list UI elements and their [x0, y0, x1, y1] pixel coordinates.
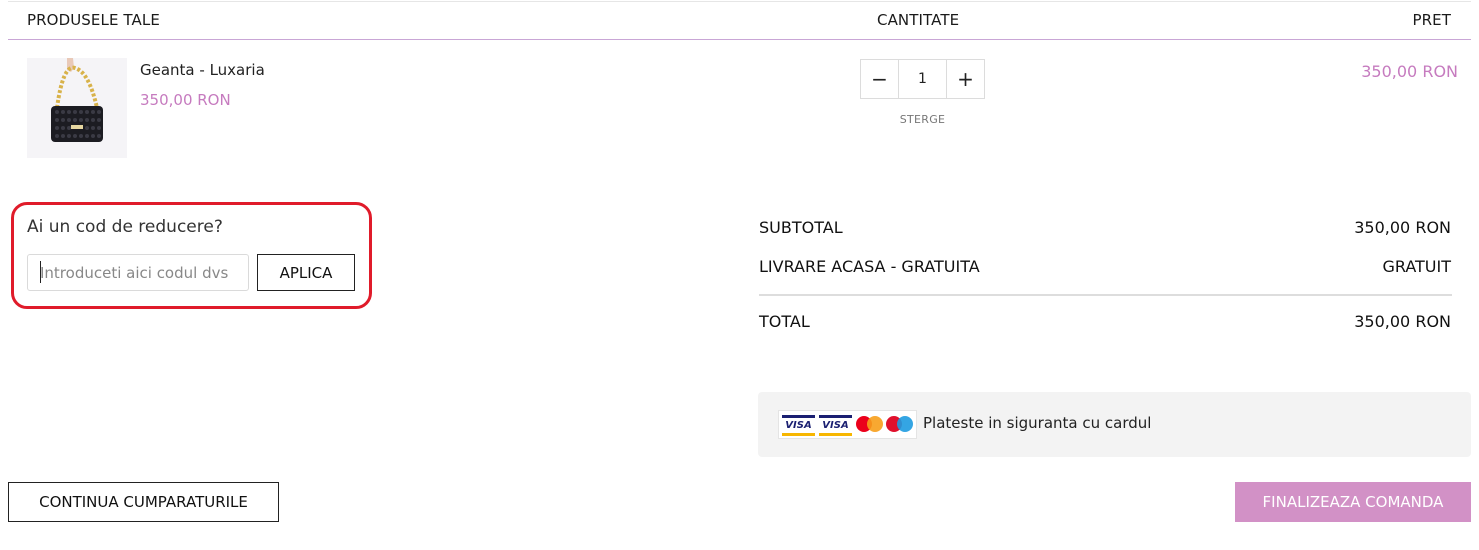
subtotal-label: SUBTOTAL — [759, 218, 843, 237]
maestro-icon — [885, 414, 914, 436]
increment-button[interactable]: + — [947, 60, 984, 98]
remove-item-link[interactable]: STERGE — [860, 113, 985, 126]
decrement-button[interactable]: − — [861, 60, 898, 98]
product-unit-price: 350,00 RON — [140, 91, 231, 109]
header-quantity: CANTITATE — [877, 11, 960, 29]
plus-icon: + — [957, 67, 974, 91]
checkout-button[interactable]: FINALIZEAZA COMANDA — [1235, 482, 1471, 522]
total-label: TOTAL — [759, 312, 810, 331]
text-cursor — [40, 261, 41, 283]
product-thumbnail[interactable] — [27, 58, 127, 158]
header-products: PRODUSELE TALE — [27, 11, 160, 29]
line-total: 350,00 RON — [1361, 62, 1458, 81]
quantity-value[interactable]: 1 — [898, 60, 947, 98]
coupon-title: Ai un cod de reducere? — [27, 217, 223, 237]
handbag-image — [27, 58, 127, 158]
minus-icon: − — [871, 67, 888, 91]
apply-coupon-button[interactable]: APLICA — [257, 254, 355, 291]
quantity-stepper: − 1 + — [860, 59, 985, 99]
shipping-value: GRATUIT — [1382, 257, 1451, 276]
continue-shopping-button[interactable]: CONTINUA CUMPARATURILE — [8, 482, 279, 522]
mastercard-icon — [855, 414, 884, 436]
product-name[interactable]: Geanta - Luxaria — [140, 61, 265, 79]
secure-payment-text: Plateste in siguranta cu cardul — [923, 414, 1152, 432]
visa-electron-icon: VISA — [819, 415, 852, 436]
visa-icon: VISA — [782, 415, 815, 436]
top-divider — [8, 1, 1471, 2]
total-value: 350,00 RON — [1354, 312, 1451, 331]
coupon-code-input[interactable] — [27, 254, 249, 291]
subtotal-value: 350,00 RON — [1354, 218, 1451, 237]
card-logos: VISA VISA — [778, 410, 917, 439]
header-divider — [8, 39, 1471, 40]
header-price: PRET — [1412, 11, 1451, 29]
shipping-label: LIVRARE ACASA - GRATUITA — [759, 257, 980, 276]
totals-divider — [759, 294, 1452, 296]
